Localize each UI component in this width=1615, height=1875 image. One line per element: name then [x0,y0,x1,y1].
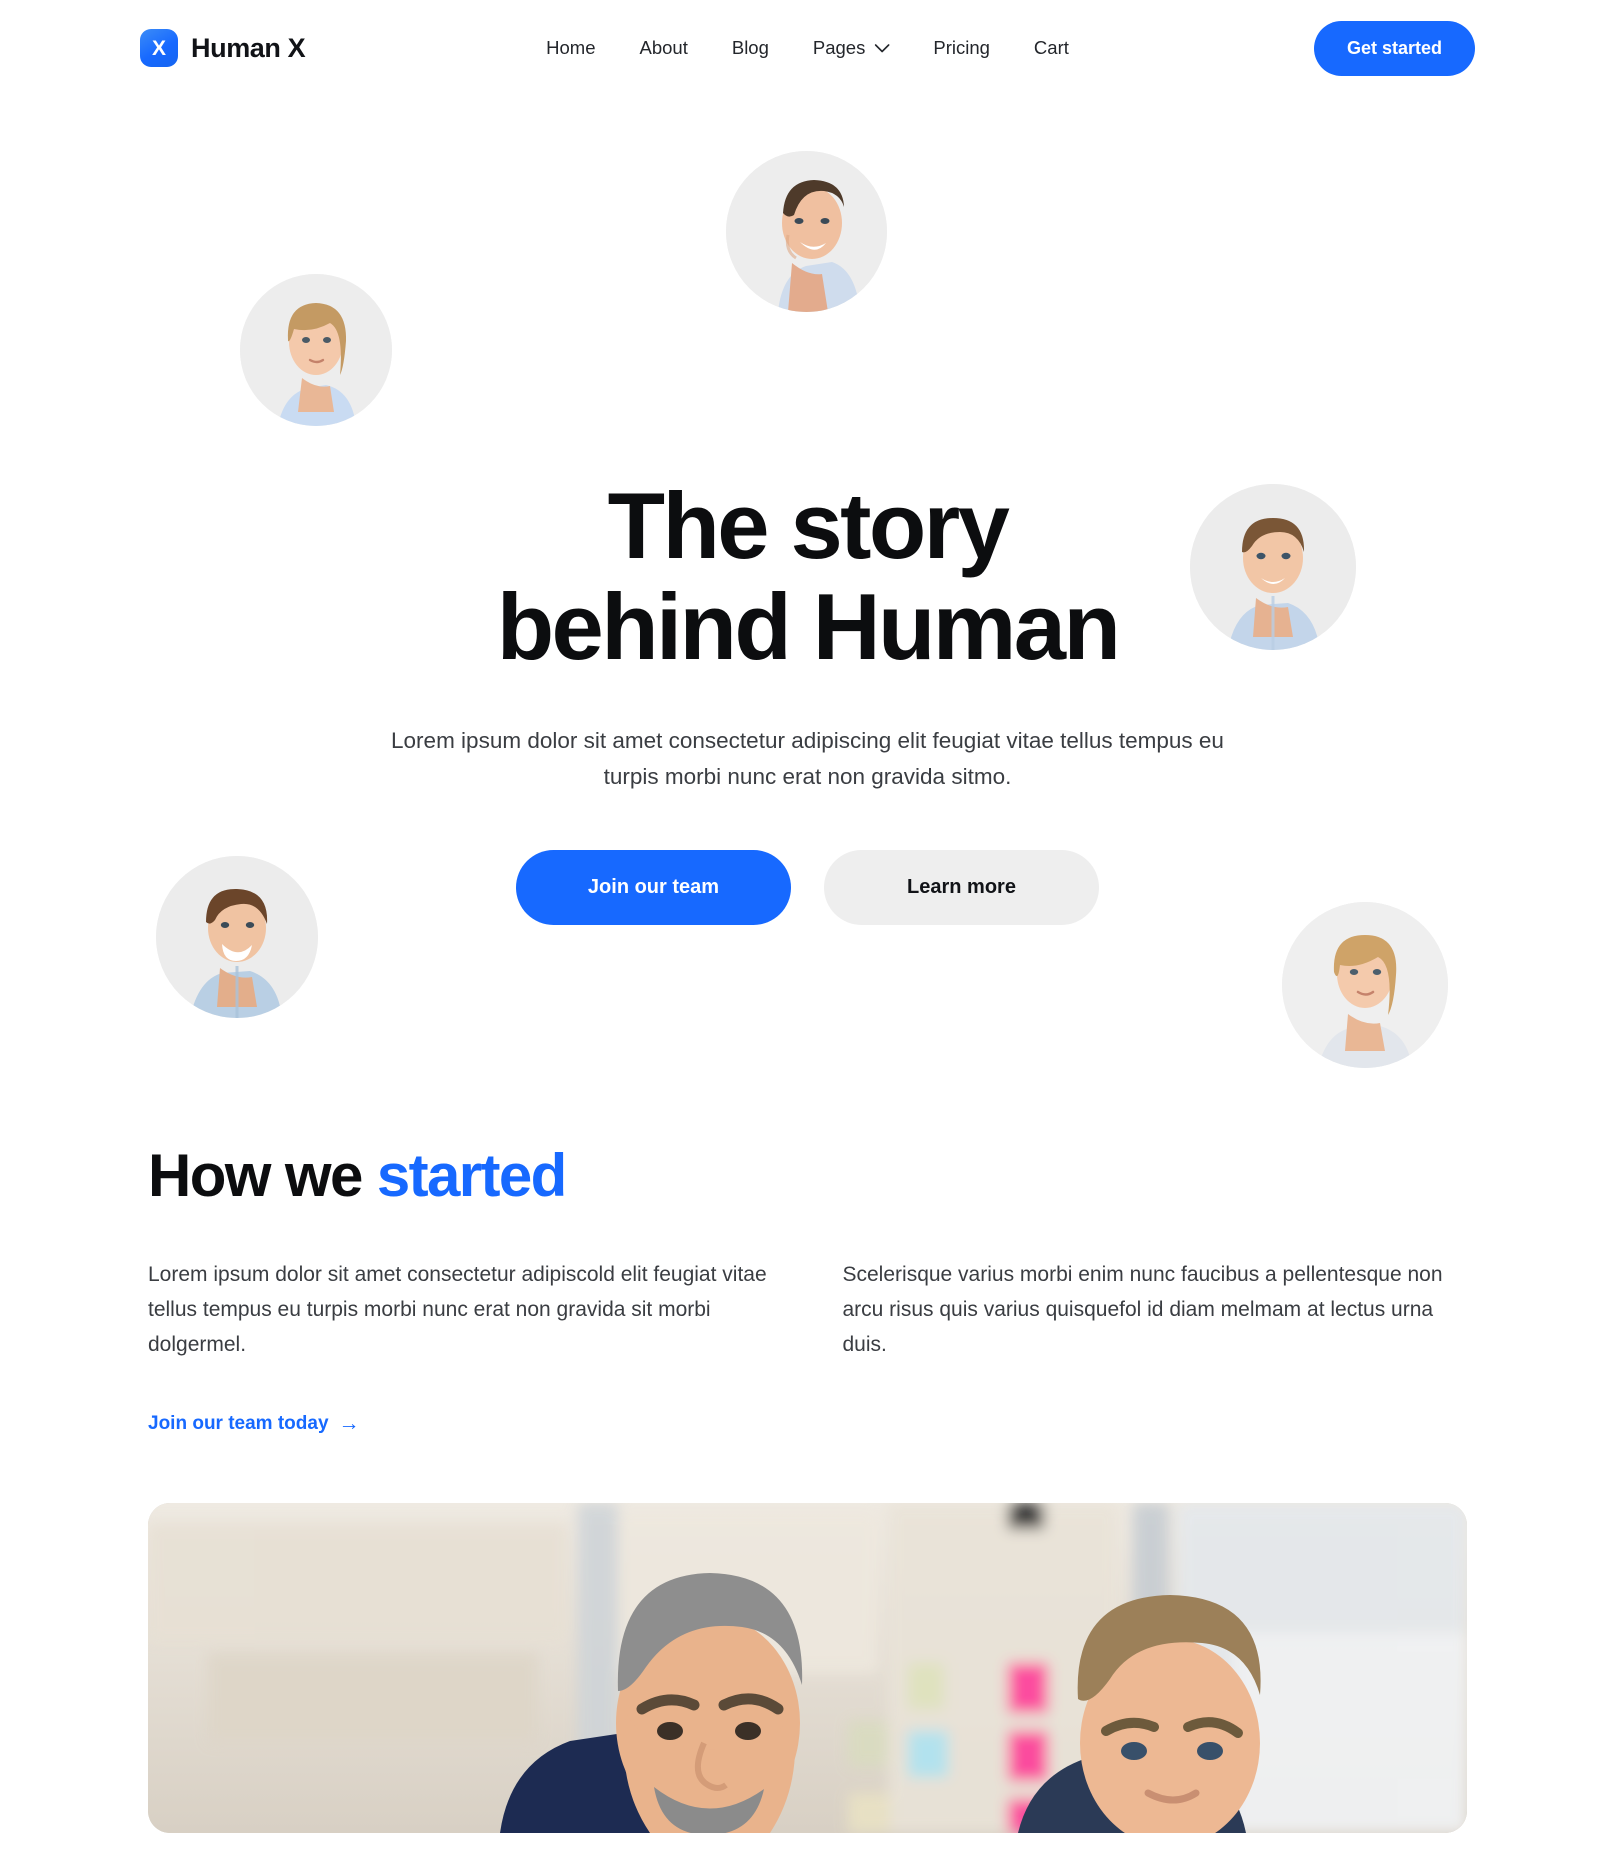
hero-subtitle: Lorem ipsum dolor sit amet consectetur a… [391,728,1224,789]
hero-title-line-1: The story [607,473,1010,578]
join-our-team-button[interactable]: Join our team [516,850,791,926]
nav-item-about[interactable]: About [639,37,687,59]
learn-more-button[interactable]: Learn more [824,850,1099,926]
office-photo [148,1502,1467,1833]
join-our-team-today-link[interactable]: Join our team today → [148,1413,360,1435]
section-title-accent: started [376,1142,567,1209]
nav-item-pricing-label: Pricing [933,37,990,58]
chevron-down-icon [874,43,890,53]
nav-item-home[interactable]: Home [546,37,595,59]
office-photo-image [148,1502,1467,1833]
story-paragraph-left: Lorem ipsum dolor sit amet consectetur a… [148,1263,767,1356]
nav-item-pricing[interactable]: Pricing [933,37,990,59]
story-paragraph-right: Scelerisque varius morbi enim nunc fauci… [842,1263,1443,1356]
brand-logo[interactable]: X Human X [140,29,306,67]
main-navigation: Home About Blog Pages Pricing Cart [546,37,1069,59]
story-columns: Lorem ipsum dolor sit amet consectetur a… [148,1258,1467,1363]
hero-button-group: Join our team Learn more [0,850,1615,926]
brand-name: Human X [191,32,306,63]
nav-item-blog[interactable]: Blog [732,37,769,59]
arrow-right-icon: → [338,1412,360,1436]
hero-section: The story behind Human Lorem ipsum dolor… [0,96,1615,1096]
how-we-started-section: How we started Lorem ipsum dolor sit ame… [0,1141,1615,1435]
nav-item-pages-label: Pages [812,37,866,58]
avatar-right-lower-image [1282,902,1448,1068]
page-title: The story behind Human [0,473,1615,679]
nav-item-cart[interactable]: Cart [1034,37,1069,59]
get-started-button[interactable]: Get started [1313,20,1475,76]
nav-item-cart-label: Cart [1033,37,1069,58]
join-our-team-today-label: Join our team today [148,1412,329,1434]
section-title-plain: How we [148,1142,377,1209]
nav-item-blog-label: Blog [731,37,769,58]
nav-item-home-label: Home [546,37,596,58]
section-title: How we started [148,1141,1467,1210]
avatar-right-lower [1282,902,1448,1068]
nav-item-about-label: About [639,37,688,58]
nav-item-pages[interactable]: Pages [812,37,890,59]
hero-content: The story behind Human Lorem ipsum dolor… [0,166,1615,926]
logo-x-icon: X [140,29,178,67]
hero-title-line-2: behind Human [496,573,1121,679]
top-navbar: X Human X Home About Blog Pages Pricing … [0,0,1615,96]
